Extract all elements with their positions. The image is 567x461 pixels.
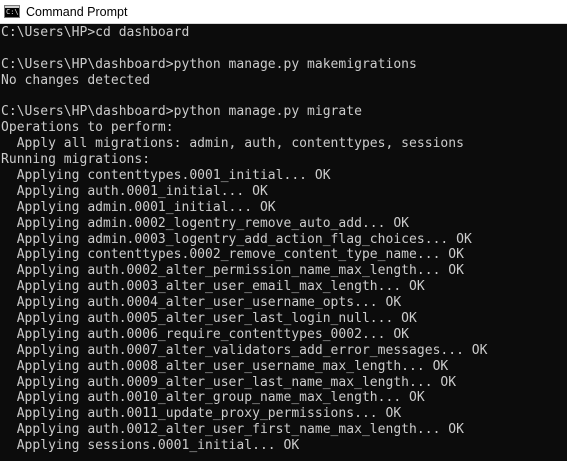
console-line: C:\Users\HP>cd dashboard (1, 25, 190, 40)
console-line: Running migrations: (1, 152, 151, 168)
cmd-icon: C:\ (4, 5, 20, 18)
console-line: Applying admin.0001_initial... OK (1, 199, 276, 215)
title-bar[interactable]: C:\ Command Prompt (0, 0, 567, 24)
console-line: Applying sessions.0001_initial... OK (1, 438, 300, 454)
console-line: Applying admin.0003_logentry_add_action_… (1, 231, 472, 247)
console-line: Applying auth.0012_alter_user_first_name… (1, 422, 464, 438)
console-line: Applying auth.0010_alter_group_name_max_… (1, 390, 425, 406)
command-prompt-window: C:\ Command Prompt C:\Users\HP>cd dashbo… (0, 0, 567, 461)
window-title: Command Prompt (26, 4, 128, 19)
console-line: Applying auth.0003_alter_user_email_max_… (1, 279, 425, 295)
console-line: Applying auth.0008_alter_user_username_m… (1, 358, 449, 374)
console-line: Applying contenttypes.0002_remove_conten… (1, 247, 464, 263)
console-line: C:\Users\HP\dashboard>python manage.py m… (1, 56, 417, 72)
console-line: Applying auth.0007_alter_validators_add_… (1, 342, 488, 358)
console-line: Apply all migrations: admin, auth, conte… (1, 136, 464, 152)
console-line: C:\Users\HP\dashboard>python manage.py m… (1, 104, 362, 120)
console-line: Applying auth.0006_require_contenttypes_… (1, 326, 410, 342)
console-line: Operations to perform: (1, 120, 174, 136)
console-line: Applying auth.0002_alter_permission_name… (1, 263, 464, 279)
console-line: Applying auth.0004_alter_user_username_o… (1, 295, 402, 311)
console-line: Applying auth.0009_alter_user_last_name_… (1, 374, 457, 390)
cmd-icon-glyph: C:\ (6, 8, 19, 16)
console-line: Applying auth.0005_alter_user_last_login… (1, 311, 417, 327)
console-line: Applying auth.0001_initial... OK (1, 183, 268, 199)
console-output[interactable]: C:\Users\HP>cd dashboard C:\Users\HP\dash… (0, 24, 567, 461)
console-line: No changes detected (1, 72, 151, 88)
console-line: Applying admin.0002_logentry_remove_auto… (1, 215, 410, 231)
console-line: Applying auth.0011_update_proxy_permissi… (1, 406, 402, 422)
console-line: Applying contenttypes.0001_initial... OK (1, 168, 331, 184)
